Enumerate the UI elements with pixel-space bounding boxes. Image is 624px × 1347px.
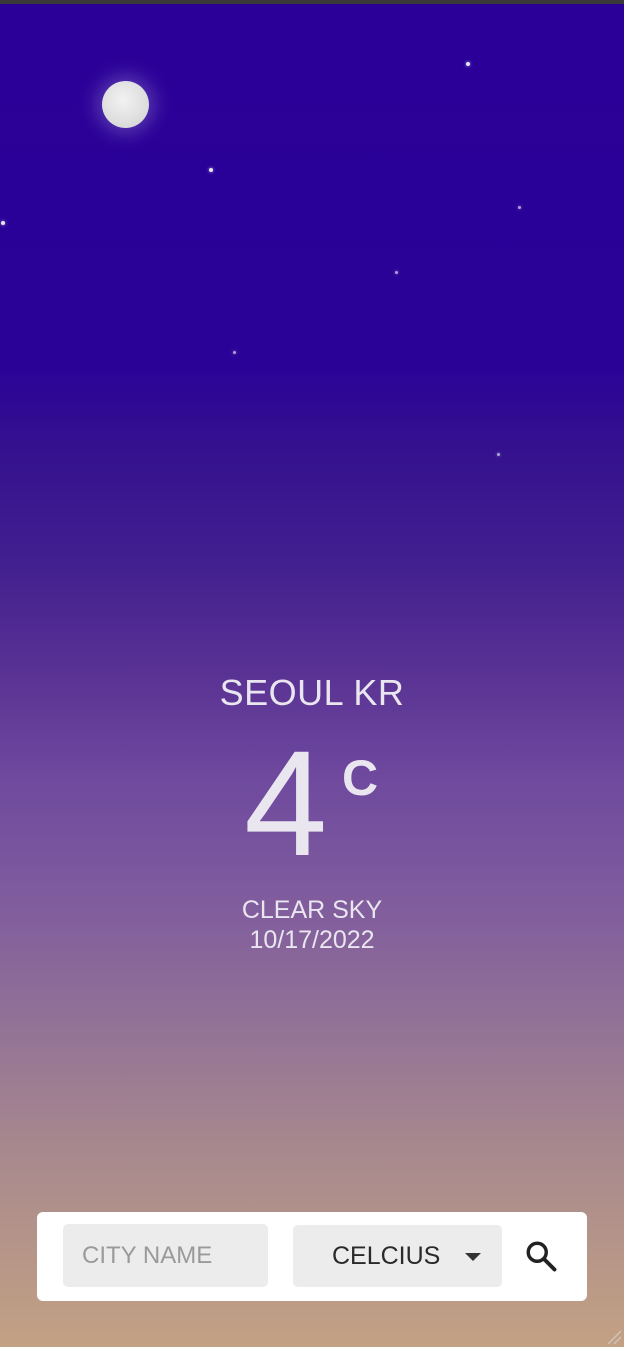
resize-handle-icon[interactable] (604, 1327, 622, 1345)
star-icon (233, 351, 236, 354)
search-panel: CELCIUS (37, 1212, 587, 1301)
weather-app: SEOUL KR 4 C CLEAR SKY 10/17/2022 CELCIU… (0, 0, 624, 1347)
weather-description: CLEAR SKY (241, 896, 383, 924)
star-icon (395, 271, 398, 274)
city-name-input[interactable] (63, 1224, 268, 1287)
temperature-value: 4 (244, 719, 328, 887)
city-name: SEOUL KR (219, 672, 405, 713)
star-icon (209, 168, 213, 172)
weather-date: 10/17/2022 (249, 926, 375, 954)
unit-select[interactable]: CELCIUS (293, 1225, 502, 1287)
search-icon (526, 1241, 557, 1272)
star-icon (1, 221, 5, 225)
temperature-display: 4 C (0, 728, 624, 878)
window-top-border (0, 0, 624, 4)
moon-icon (102, 81, 149, 128)
star-icon (466, 62, 470, 66)
temperature-unit: C (342, 750, 379, 806)
search-button[interactable] (523, 1238, 559, 1274)
caret-down-icon (465, 1253, 481, 1261)
star-icon (518, 206, 521, 209)
star-icon (497, 453, 500, 456)
unit-select-value: CELCIUS (332, 1242, 441, 1270)
